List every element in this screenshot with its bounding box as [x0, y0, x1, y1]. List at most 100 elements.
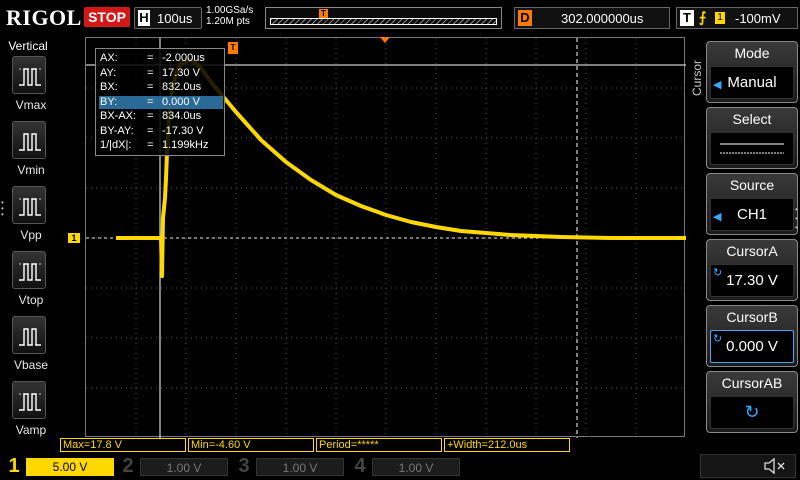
vmax-button[interactable] — [12, 56, 46, 94]
cursor-row-value: 834.0us — [162, 110, 202, 122]
channel-4-scale: 1.00 V — [372, 458, 460, 476]
cursor-row-equals: = — [147, 110, 154, 122]
cursor-row-label: AY: — [100, 66, 117, 79]
softkey-value: 17.30 V — [710, 264, 794, 297]
cursor-row-equals: = — [147, 81, 154, 93]
delay-display[interactable]: D 302.000000us — [514, 7, 670, 29]
channel-2-scale: 1.00 V — [140, 458, 228, 476]
trigger-label: T — [680, 10, 694, 26]
softkey-cursora[interactable]: CursorA 17.30 V ↻ — [706, 239, 798, 301]
menu-arrow-icon: ◀ — [713, 211, 722, 223]
measurement-period[interactable]: Period=***** — [316, 438, 442, 452]
vmax-icon — [19, 68, 41, 86]
softkey-cursorab[interactable]: CursorAB ↻ — [706, 371, 798, 433]
measure-label-vtop: Vtop — [18, 293, 44, 307]
cursor-row-equals: = — [147, 95, 154, 108]
top-status-bar: RIGOL STOP H 100us 1.00GSa/s 1.20M pts T… — [0, 0, 800, 36]
cursor-row-value: -17.30 V — [162, 124, 204, 137]
channel-3-scale: 1.00 V — [256, 458, 344, 476]
measurement-width[interactable]: +Width=212.0us — [444, 438, 570, 452]
cursor-row-bx: BX: = 832.0us — [99, 81, 223, 94]
ch1-ground-marker[interactable]: 1 — [68, 233, 80, 243]
cursor-row-bxax: BX-AX: = 834.0us — [99, 110, 223, 123]
cursor-row-byay: BY-AY: = -17.30 V — [99, 125, 223, 138]
acquisition-info: 1.00GSa/s 1.20M pts — [206, 5, 253, 27]
vmin-button[interactable] — [12, 121, 46, 159]
channel-1-scale: 5.00 V — [26, 458, 114, 476]
vbase-button[interactable] — [12, 316, 46, 354]
knob-icon: ↻ — [713, 267, 723, 279]
memory-position-strip: T — [265, 7, 502, 29]
trigger-display[interactable]: T ⨍ 1 -100mV — [676, 7, 798, 29]
trigger-position-marker-icon: T — [319, 9, 328, 18]
menu-page-dots-icon: • • • — [1, 198, 4, 219]
measure-label-vpp: Vpp — [20, 228, 42, 242]
cursor-row-label: AX: — [100, 52, 118, 64]
cursor-row-equals: = — [147, 124, 154, 137]
delay-label: D — [518, 10, 532, 26]
knob-icon: ↻ — [713, 333, 723, 345]
softkey-mode[interactable]: Mode Manual ◀ — [706, 41, 798, 103]
trigger-source: 1 — [715, 12, 725, 24]
cursor-row-value: 832.0us — [162, 81, 202, 93]
cursor-row-by: BY: = 0.000 V — [99, 95, 223, 109]
cursor-menu-label: Cursor — [690, 60, 704, 97]
measurement-max[interactable]: Max=17.8 V — [60, 438, 186, 452]
horizontal-label: H — [138, 10, 150, 26]
softkey-cursorb[interactable]: CursorB 0.000 V ↻ — [706, 305, 798, 367]
softkey-title: CursorAB — [721, 375, 783, 391]
cursor-row-label: BX-AX: — [100, 110, 137, 122]
right-page-dots-icon: • • • — [795, 205, 798, 232]
measure-label-vamp: Vamp — [15, 423, 47, 437]
vpp-icon — [19, 198, 41, 216]
vbase-icon — [19, 328, 41, 346]
timebase-value: 100us — [157, 11, 193, 26]
cursor-readout-panel: AX: = -2.000us AY: = 17.30 V BX: = 832.0us BY: = 0.… — [95, 48, 225, 156]
vmin-icon — [19, 133, 41, 151]
run-stop-indicator[interactable]: STOP — [84, 7, 130, 27]
measurement-min[interactable]: Min=-4.60 V — [188, 438, 314, 452]
channel-1-number: 1 — [8, 455, 20, 477]
select-cursor-lines — [710, 132, 794, 165]
timebase-display[interactable]: H 100us — [134, 7, 202, 29]
vtop-icon — [19, 263, 41, 281]
cursor-row-ax: AX: = -2.000us — [99, 52, 223, 65]
softkey-title: CursorA — [726, 243, 778, 259]
rigol-logo: RIGOL — [6, 5, 82, 30]
measure-label-vmax: Vmax — [15, 98, 47, 112]
cursor-row-equals: = — [147, 52, 154, 64]
cursor-row-label: BX: — [100, 81, 118, 93]
softkey-value: CH1 — [710, 198, 794, 231]
rising-edge-icon: ⨍ — [699, 9, 707, 25]
channel-4-number: 4 — [354, 455, 366, 477]
cursor-row-label: 1/|dX|: — [100, 139, 132, 151]
cursor-ab-knob: ↻ — [710, 396, 794, 429]
cursor-row-equals: = — [147, 66, 154, 79]
cursor-row-equals: = — [147, 139, 154, 151]
speaker-muted-icon[interactable] — [760, 456, 790, 476]
menu-arrow-icon: ◀ — [713, 79, 722, 91]
measurement-bar: Max=17.8 V Min=-4.60 V Period=***** +Wid… — [60, 438, 688, 452]
softkey-title: Source — [729, 177, 775, 193]
memory-window — [270, 18, 497, 25]
vtop-button[interactable] — [12, 251, 46, 289]
channel-bar: 1 5.00 V 2 1.00 V 3 1.00 V 4 1.00 V — [0, 452, 800, 480]
trigger-level: -100mV — [735, 11, 781, 26]
softkey-source[interactable]: Source CH1 ◀ — [706, 173, 798, 235]
softkey-title: Mode — [734, 45, 770, 61]
vamp-icon — [19, 393, 41, 411]
trigger-position-marker[interactable]: T — [228, 42, 238, 54]
softkey-select[interactable]: Select — [706, 107, 798, 169]
vertical-menu-title: Vertical — [8, 39, 48, 53]
cursor-row-label: BY-AY: — [100, 124, 134, 137]
vpp-button[interactable] — [12, 186, 46, 224]
channel-3-number: 3 — [238, 455, 250, 477]
measure-label-vmin: Vmin — [17, 163, 45, 177]
cursor-row-dx: 1/|dX|: = 1.199kHz — [99, 139, 223, 152]
vamp-button[interactable] — [12, 381, 46, 419]
center-marker-icon — [380, 37, 390, 43]
cursor-row-value: 17.30 V — [162, 66, 200, 79]
measure-label-vbase: Vbase — [13, 358, 49, 372]
cursor-row-value: -2.000us — [162, 52, 205, 64]
memory-depth: 1.20M pts — [206, 16, 250, 27]
